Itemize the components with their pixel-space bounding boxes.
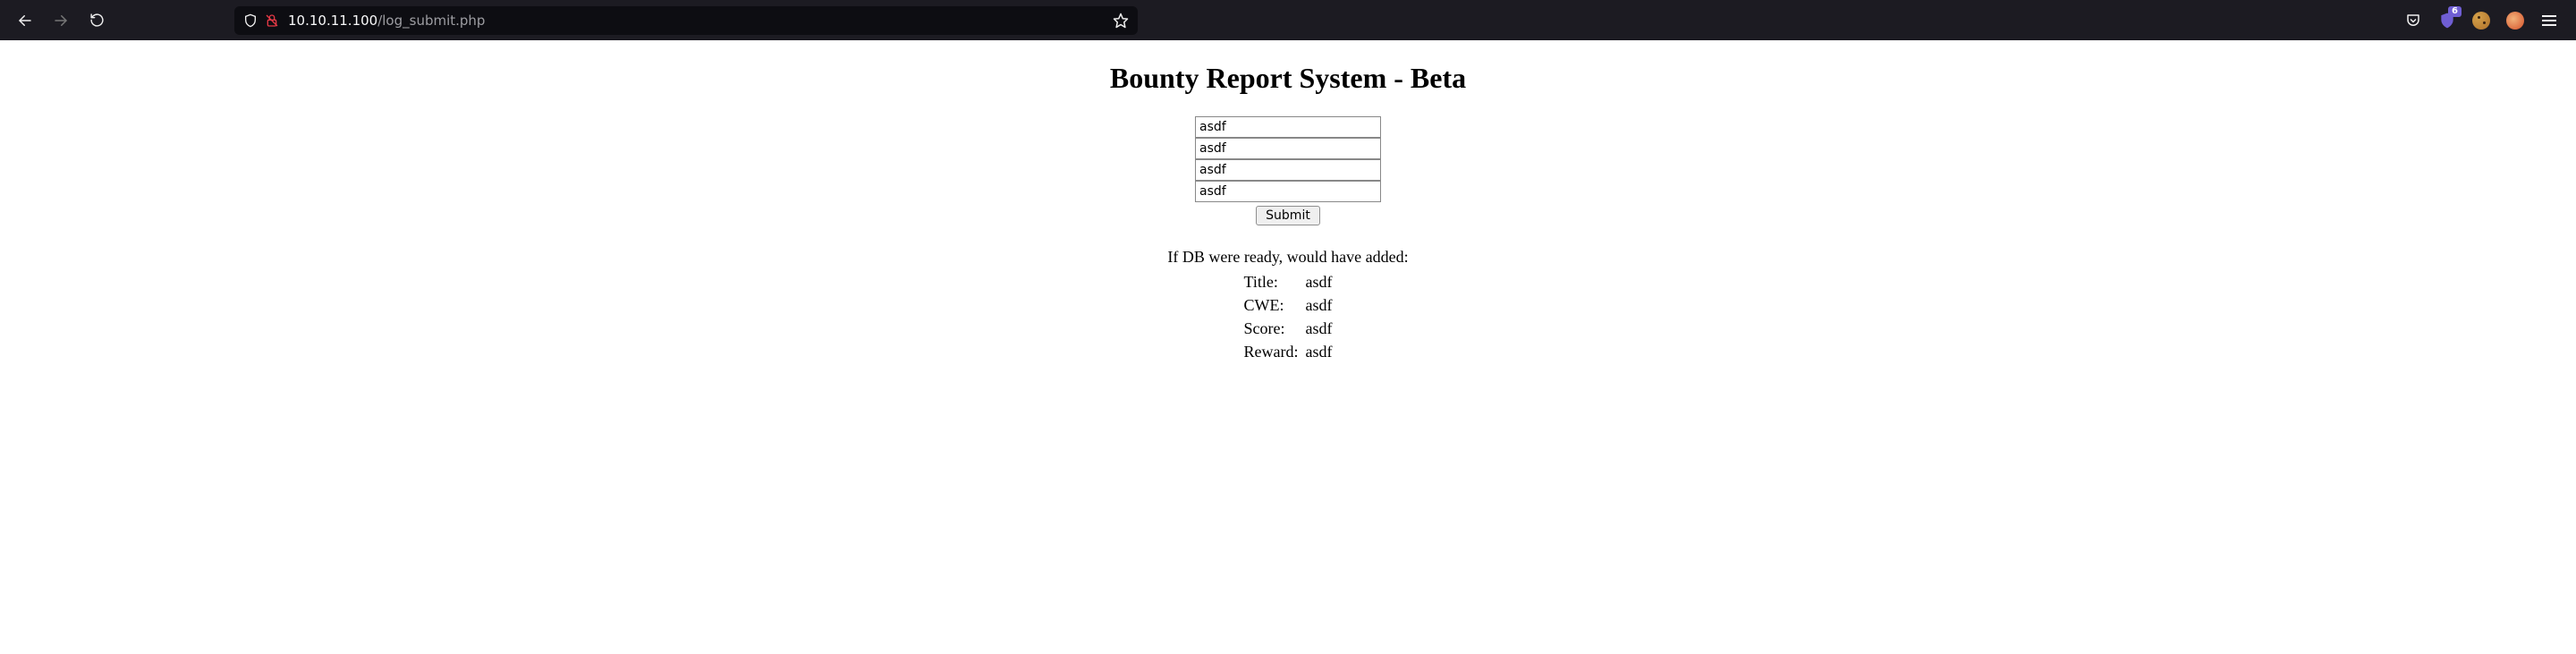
lock-insecure-icon[interactable] [265, 13, 279, 28]
forward-button[interactable] [47, 6, 75, 35]
result-row: Reward: asdf [1241, 340, 1336, 363]
cookie-icon [2472, 12, 2490, 30]
result-value: asdf [1301, 293, 1335, 317]
result-row: Score: asdf [1241, 317, 1336, 340]
input-field-1[interactable] [1195, 116, 1381, 138]
toolbar-right: 6 [2404, 12, 2565, 30]
result-block: If DB were ready, would have added: Titl… [0, 245, 2576, 363]
cookie-extension-button[interactable] [2472, 12, 2490, 30]
result-label: CWE: [1241, 293, 1302, 317]
result-row: Title: asdf [1241, 270, 1336, 293]
browser-toolbar: 10.10.11.100/log_submit.php 6 [0, 0, 2576, 40]
arrow-right-icon [53, 13, 69, 29]
page-title: Bounty Report System - Beta [0, 62, 2576, 95]
notification-badge: 6 [2448, 6, 2462, 17]
url-text: 10.10.11.100/log_submit.php [288, 13, 1104, 29]
result-table: Title: asdf CWE: asdf Score: asdf Reward… [1241, 270, 1336, 363]
proxy-extension-button[interactable] [2506, 12, 2524, 30]
submit-button[interactable] [1256, 206, 1320, 225]
report-form [1195, 116, 1381, 225]
security-indicators [243, 13, 279, 28]
reload-icon [89, 13, 105, 28]
hamburger-icon [2542, 15, 2556, 26]
result-value: asdf [1301, 340, 1335, 363]
reload-button[interactable] [82, 6, 111, 35]
result-value: asdf [1301, 317, 1335, 340]
shield-icon[interactable] [243, 13, 258, 28]
url-bar[interactable]: 10.10.11.100/log_submit.php [234, 6, 1138, 35]
url-host: 10.10.11.100 [288, 13, 377, 29]
page-content: Bounty Report System - Beta If DB were r… [0, 40, 2576, 363]
result-heading: If DB were ready, would have added: [0, 245, 2576, 268]
pocket-icon [2405, 13, 2421, 29]
arrow-left-icon [17, 13, 33, 29]
pocket-button[interactable] [2404, 12, 2422, 30]
result-label: Score: [1241, 317, 1302, 340]
bookmark-star-icon[interactable] [1113, 13, 1129, 29]
extensions-button[interactable]: 6 [2438, 12, 2456, 30]
result-row: CWE: asdf [1241, 293, 1336, 317]
url-path: /log_submit.php [377, 13, 485, 29]
result-value: asdf [1301, 270, 1335, 293]
result-label: Reward: [1241, 340, 1302, 363]
result-label: Title: [1241, 270, 1302, 293]
input-field-4[interactable] [1195, 181, 1381, 202]
back-button[interactable] [11, 6, 39, 35]
swirl-icon [2506, 12, 2524, 30]
menu-button[interactable] [2540, 12, 2558, 30]
input-field-2[interactable] [1195, 138, 1381, 159]
input-field-3[interactable] [1195, 159, 1381, 181]
